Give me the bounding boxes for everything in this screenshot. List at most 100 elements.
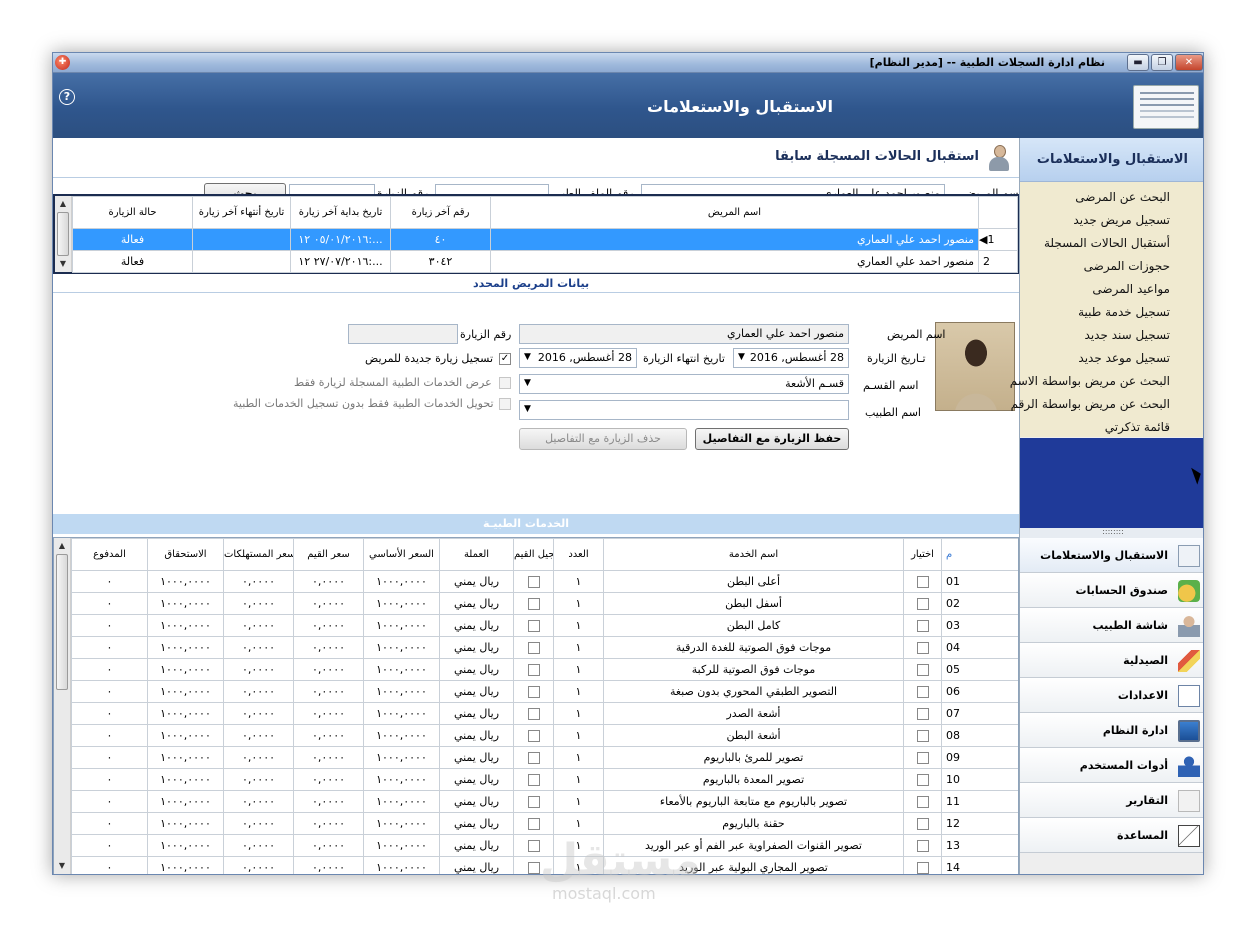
checkbox-icon[interactable] xyxy=(527,752,540,764)
table-row[interactable]: ٠ ١٠٠٠,٠٠٠٠ ٠,٠٠٠٠ ٠,٠٠٠٠ ١٠٠٠,٠٠٠٠ ريال يمني… xyxy=(71,724,1018,747)
header-service-name[interactable]: اسم الخدمة xyxy=(603,538,904,571)
table-row[interactable]: ٠ ١٠٠٠,٠٠٠٠ ٠,٠٠٠٠ ٠,٠٠٠٠ ١٠٠٠,٠٠٠٠ ريال يمني… xyxy=(71,746,1018,769)
select-checkbox[interactable] xyxy=(903,570,942,593)
scroll-thumb[interactable] xyxy=(56,554,68,690)
header-value-price[interactable]: سعر القيم xyxy=(293,538,364,571)
checkbox-icon[interactable] xyxy=(527,576,540,588)
checkbox-icon[interactable] xyxy=(527,796,540,808)
nav-item[interactable]: ادارة النظام xyxy=(1020,713,1203,748)
visit-date-picker[interactable]: 28 أغسطس, 2016 ▼ xyxy=(733,348,849,368)
select-checkbox[interactable] xyxy=(903,856,942,874)
table-row[interactable]: فعالة ٠٥/٠١/٢٠١٦ ١٢:... ٤٠ منصور احمد عل… xyxy=(72,228,1018,251)
checkbox-icon[interactable] xyxy=(527,730,540,742)
checkbox-icon[interactable] xyxy=(527,598,540,610)
header-visit-end[interactable]: تاريخ أنتهاء آخر زيارة xyxy=(192,196,291,229)
header-paid[interactable]: المدفوع xyxy=(71,538,148,571)
select-checkbox[interactable] xyxy=(903,592,942,615)
sidebar-link[interactable]: حجوزات المرضى xyxy=(1084,259,1170,273)
visit-end-date-picker[interactable]: 28 أغسطس, 2016 ▼ xyxy=(519,348,637,368)
help-icon[interactable]: ? xyxy=(59,89,75,105)
header-count[interactable]: العدد xyxy=(553,538,604,571)
table-row[interactable]: ٠ ١٠٠٠,٠٠٠٠ ٠,٠٠٠٠ ٠,٠٠٠٠ ١٠٠٠,٠٠٠٠ ريال يمني… xyxy=(71,570,1018,593)
header-currency[interactable]: العملة xyxy=(439,538,514,571)
register-values-checkbox[interactable] xyxy=(513,614,554,637)
table-row[interactable]: ٠ ١٠٠٠,٠٠٠٠ ٠,٠٠٠٠ ٠,٠٠٠٠ ١٠٠٠,٠٠٠٠ ريال يمني… xyxy=(71,790,1018,813)
checkbox-icon[interactable] xyxy=(916,686,929,698)
table-row[interactable]: ٠ ١٠٠٠,٠٠٠٠ ٠,٠٠٠٠ ٠,٠٠٠٠ ١٠٠٠,٠٠٠٠ ريال يمني… xyxy=(71,702,1018,725)
register-values-checkbox[interactable] xyxy=(513,570,554,593)
register-values-checkbox[interactable] xyxy=(513,746,554,769)
table-row[interactable]: ٠ ١٠٠٠,٠٠٠٠ ٠,٠٠٠٠ ٠,٠٠٠٠ ١٠٠٠,٠٠٠٠ ريال يمني… xyxy=(71,592,1018,615)
scroll-down-icon[interactable]: ▼ xyxy=(55,256,71,272)
restore-button[interactable]: ❐ xyxy=(1151,54,1173,71)
nav-item[interactable]: الاعدادات xyxy=(1020,678,1203,713)
header-base-price[interactable]: السعر الأساسي xyxy=(363,538,440,571)
sidebar-link[interactable]: تسجيل خدمة طبية xyxy=(1078,305,1170,319)
select-checkbox[interactable] xyxy=(903,790,942,813)
nav-item[interactable]: الصيدلية xyxy=(1020,643,1203,678)
select-checkbox[interactable] xyxy=(903,636,942,659)
register-values-checkbox[interactable] xyxy=(513,592,554,615)
header-select[interactable]: اختيار xyxy=(903,538,942,571)
checkbox-icon[interactable] xyxy=(527,642,540,654)
select-checkbox[interactable] xyxy=(903,834,942,857)
checkbox-icon[interactable] xyxy=(916,642,929,654)
services-scrollbar[interactable]: ▲ ▼ xyxy=(54,538,71,874)
checkbox-icon[interactable] xyxy=(916,598,929,610)
header-due[interactable]: الاستحقاق xyxy=(147,538,224,571)
select-checkbox[interactable] xyxy=(903,812,942,835)
nav-item[interactable]: أدوات المستخدم xyxy=(1020,748,1203,783)
checkbox-icon[interactable] xyxy=(916,664,929,676)
table-row[interactable]: ٠ ١٠٠٠,٠٠٠٠ ٠,٠٠٠٠ ٠,٠٠٠٠ ١٠٠٠,٠٠٠٠ ريال يمني… xyxy=(71,614,1018,637)
detail-visit-no-field[interactable] xyxy=(348,324,458,344)
detail-name-field[interactable]: منصور احمد علي العماري xyxy=(519,324,849,344)
show-services-checkbox[interactable] xyxy=(499,377,511,389)
new-visit-checkbox[interactable]: ✓ xyxy=(499,353,511,365)
visits-scrollbar[interactable]: ▲ ▼ xyxy=(55,196,72,272)
select-checkbox[interactable] xyxy=(903,702,942,725)
register-values-checkbox[interactable] xyxy=(513,636,554,659)
header-visit-start[interactable]: تاريخ بداية آخر زيارة xyxy=(290,196,391,229)
nav-item[interactable]: الاستقبال والاستعلامات xyxy=(1020,538,1203,573)
checkbox-icon[interactable] xyxy=(916,752,929,764)
sidebar-link[interactable]: قائمة تذكرتي xyxy=(1105,420,1170,434)
select-checkbox[interactable] xyxy=(903,680,942,703)
sidebar-link[interactable]: مواعيد المرضى xyxy=(1092,282,1170,296)
sidebar-link[interactable]: تسجيل مريض جديد xyxy=(1073,213,1170,227)
doctor-select[interactable]: ▼ xyxy=(519,400,849,420)
sidebar-link[interactable]: البحث عن مريض بواسطة الاسم xyxy=(1010,374,1170,388)
header-patient-name[interactable]: اسم المريض xyxy=(490,196,979,229)
table-row[interactable]: فعالة ٢٧/٠٧/٢٠١٦ ١٢:... ٣٠٤٢ منصور احمد … xyxy=(72,250,1018,273)
checkbox-icon[interactable] xyxy=(916,576,929,588)
header-last-visit[interactable]: رقم آخر زيارة xyxy=(390,196,491,229)
checkbox-icon[interactable] xyxy=(527,840,540,852)
register-values-checkbox[interactable] xyxy=(513,724,554,747)
scroll-up-icon[interactable]: ▲ xyxy=(55,196,71,212)
checkbox-icon[interactable] xyxy=(916,818,929,830)
sidebar-header[interactable]: الاستقبال والاستعلامات xyxy=(1020,138,1203,182)
checkbox-icon[interactable] xyxy=(916,862,929,874)
checkbox-icon[interactable] xyxy=(527,862,540,874)
scroll-up-icon[interactable]: ▲ xyxy=(54,538,70,554)
select-checkbox[interactable] xyxy=(903,746,942,769)
sidebar-link[interactable]: البحث عن مريض بواسطة الرقم xyxy=(1011,397,1170,411)
minimize-button[interactable]: ▬ xyxy=(1127,54,1149,71)
register-values-checkbox[interactable] xyxy=(513,812,554,835)
scroll-thumb[interactable] xyxy=(57,212,69,256)
sidebar-link[interactable]: البحث عن المرضى xyxy=(1075,190,1170,204)
checkbox-icon[interactable] xyxy=(527,620,540,632)
select-checkbox[interactable] xyxy=(903,658,942,681)
checkbox-icon[interactable] xyxy=(916,796,929,808)
scroll-down-icon[interactable]: ▼ xyxy=(54,858,70,874)
select-checkbox[interactable] xyxy=(903,768,942,791)
delete-visit-button[interactable]: حذف الزيارة مع التفاصيل xyxy=(519,428,687,450)
sidebar-link[interactable]: تسجيل موعد جديد xyxy=(1078,351,1170,365)
register-values-checkbox[interactable] xyxy=(513,658,554,681)
select-checkbox[interactable] xyxy=(903,614,942,637)
register-values-checkbox[interactable] xyxy=(513,702,554,725)
checkbox-icon[interactable] xyxy=(916,730,929,742)
table-row[interactable]: ٠ ١٠٠٠,٠٠٠٠ ٠,٠٠٠٠ ٠,٠٠٠٠ ١٠٠٠,٠٠٠٠ ريال يمني… xyxy=(71,636,1018,659)
save-visit-button[interactable]: حفظ الزيارة مع التفاصيل xyxy=(695,428,849,450)
sidebar-link[interactable]: أستقبال الحالات المسجلة xyxy=(1044,236,1170,250)
checkbox-icon[interactable] xyxy=(527,774,540,786)
